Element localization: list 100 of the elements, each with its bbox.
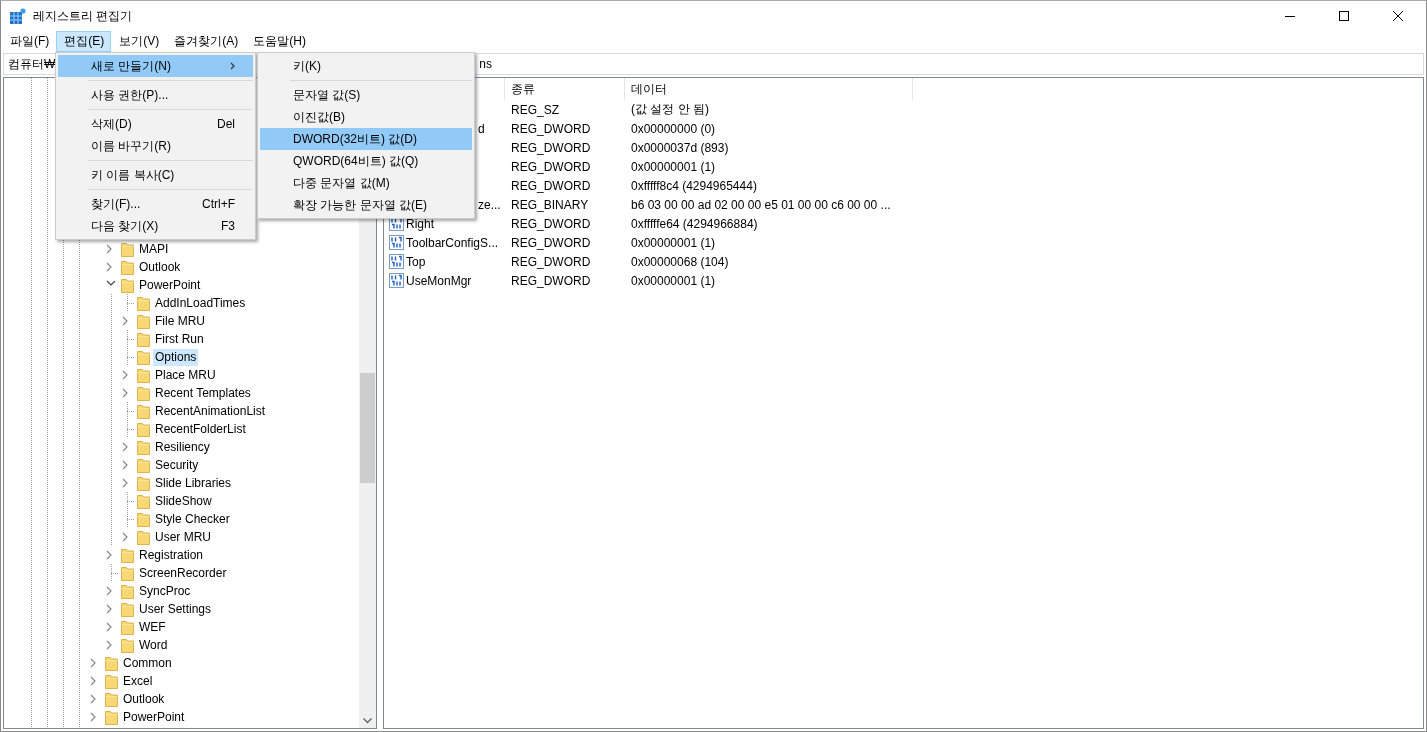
tree-item[interactable]: Word: [137, 636, 170, 654]
value-name: ze...: [478, 197, 501, 212]
tree-item[interactable]: File MRU: [153, 312, 207, 330]
value-type: REG_BINARY: [511, 197, 589, 212]
tree-item[interactable]: Security: [153, 456, 201, 474]
folder-icon: [105, 655, 119, 671]
registry-icon: [10, 8, 26, 24]
menu-item[interactable]: 즐겨찾기(A): [166, 31, 246, 52]
maximize-icon[interactable]: [1339, 11, 1349, 21]
folder-icon: [105, 691, 119, 707]
tree-item[interactable]: Resiliency: [153, 438, 212, 456]
tree-item[interactable]: ScreenRecorder: [137, 564, 229, 582]
tree-item[interactable]: AddInLoadTimes: [153, 294, 248, 312]
folder-icon: [137, 439, 151, 455]
tree-item[interactable]: PowerPoint: [137, 276, 203, 294]
tree-item[interactable]: MAPI: [137, 240, 171, 258]
folder-icon: [105, 673, 119, 689]
tree-item[interactable]: First Run: [153, 330, 206, 348]
menu-item[interactable]: DWORD(32비트) 값(D): [260, 128, 472, 150]
tree-item[interactable]: WEF: [137, 618, 168, 636]
tree-item[interactable]: Style Checker: [153, 510, 232, 528]
menu-item[interactable]: 키(K): [260, 55, 472, 77]
menu-item[interactable]: 사용 권한(P)...: [58, 84, 253, 106]
tree-item[interactable]: Common: [121, 654, 174, 672]
scroll-down-icon[interactable]: [363, 718, 372, 724]
menu-item[interactable]: 삭제(D) Del: [58, 113, 253, 135]
tree-item[interactable]: SyncProc: [137, 582, 193, 600]
folder-icon: [121, 241, 135, 257]
menu-item[interactable]: 다중 문자열 값(M): [260, 172, 472, 194]
menu-item[interactable]: 다음 찾기(X) F3: [58, 215, 253, 237]
menu-item[interactable]: 키 이름 복사(C): [58, 164, 253, 186]
folder-icon: [137, 421, 151, 437]
folder-icon: [137, 493, 151, 509]
tree-item[interactable]: Options: [153, 348, 199, 366]
value-data: 0x00000001 (1): [631, 159, 716, 174]
tree-item[interactable]: Outlook: [137, 258, 183, 276]
address-text: ns: [479, 57, 492, 71]
menu-item[interactable]: 이름 바꾸기(R): [58, 135, 253, 157]
column-header[interactable]: 데이터: [625, 78, 913, 100]
value-name: Top: [406, 254, 426, 269]
tree-item[interactable]: Excel: [121, 672, 155, 690]
value-type: REG_DWORD: [511, 216, 591, 231]
menu-item[interactable]: 확장 가능한 문자열 값(E): [260, 194, 472, 216]
folder-icon: [121, 583, 135, 599]
folder-icon: [137, 331, 151, 347]
menu-item[interactable]: 파일(F): [2, 31, 57, 52]
column-header[interactable]: 종류: [505, 78, 625, 100]
value-data: 0xfffff8c4 (4294965444): [631, 178, 757, 193]
folder-icon: [121, 565, 135, 581]
value-type: REG_DWORD: [511, 273, 591, 288]
value-name: Right: [406, 216, 434, 231]
value-type: REG_DWORD: [511, 178, 591, 193]
menu-item[interactable]: 도움말(H): [245, 31, 313, 52]
value-data: 0x0000037d (893): [631, 140, 729, 155]
value-type: REG_DWORD: [511, 140, 591, 155]
tree-item[interactable]: User MRU: [153, 528, 213, 546]
menu-item[interactable]: 보기(V): [111, 31, 167, 52]
folder-icon: [121, 277, 135, 293]
value-data: 0x00000068 (104): [631, 254, 729, 269]
tree-item[interactable]: RecentAnimationList: [153, 402, 268, 420]
value-data: 0x00000001 (1): [631, 235, 716, 250]
folder-icon: [137, 295, 151, 311]
binary-value-icon: [389, 235, 404, 250]
tree-item[interactable]: SlideShow: [153, 492, 214, 510]
folder-icon: [137, 403, 151, 419]
value-name: ToolbarConfigS...: [406, 235, 499, 250]
folder-icon: [137, 349, 151, 365]
value-data: b6 03 00 00 ad 02 00 00 e5 01 00 00 c6 00 00 ...: [631, 197, 891, 212]
menu-item[interactable]: 새로 만들기(N): [58, 55, 253, 77]
value-data: 0x00000000 (0): [631, 121, 716, 136]
menu-item[interactable]: 문자열 값(S): [260, 84, 472, 106]
tree-item[interactable]: Registration: [137, 546, 206, 564]
value-type: REG_DWORD: [511, 235, 591, 250]
tree-item[interactable]: Slide Libraries: [153, 474, 234, 492]
tree-item[interactable]: PowerPoint: [121, 708, 187, 726]
menu-item[interactable]: 편집(E): [56, 31, 112, 52]
address-text: 컴퓨터₩: [8, 55, 56, 73]
binary-value-icon: [389, 254, 404, 269]
tree-item[interactable]: Outlook: [121, 690, 167, 708]
folder-icon: [137, 457, 151, 473]
folder-icon: [137, 385, 151, 401]
value-name: UseMonMgr: [406, 273, 472, 288]
folder-icon: [121, 637, 135, 653]
menu-item[interactable]: QWORD(64비트) 값(Q): [260, 150, 472, 172]
value-data: (값 설정 안 됨): [631, 102, 709, 116]
folder-icon: [121, 259, 135, 275]
value-type: REG_DWORD: [511, 121, 591, 136]
tree-item[interactable]: Place MRU: [153, 366, 218, 384]
folder-icon: [121, 601, 135, 617]
close-icon[interactable]: [1393, 11, 1403, 21]
tree-item[interactable]: RecentFolderList: [153, 420, 248, 438]
window-title: 레지스트리 편집기: [33, 7, 133, 25]
scrollbar-thumb[interactable]: [360, 373, 375, 483]
value-data: 0x00000001 (1): [631, 273, 716, 288]
tree-item[interactable]: User Settings: [137, 600, 214, 618]
tree-item[interactable]: Recent Templates: [153, 384, 253, 402]
folder-icon: [105, 709, 119, 725]
menu-item[interactable]: 찾기(F)... Ctrl+F: [58, 193, 253, 215]
menu-item[interactable]: 이진값(B): [260, 106, 472, 128]
folder-icon: [137, 313, 151, 329]
